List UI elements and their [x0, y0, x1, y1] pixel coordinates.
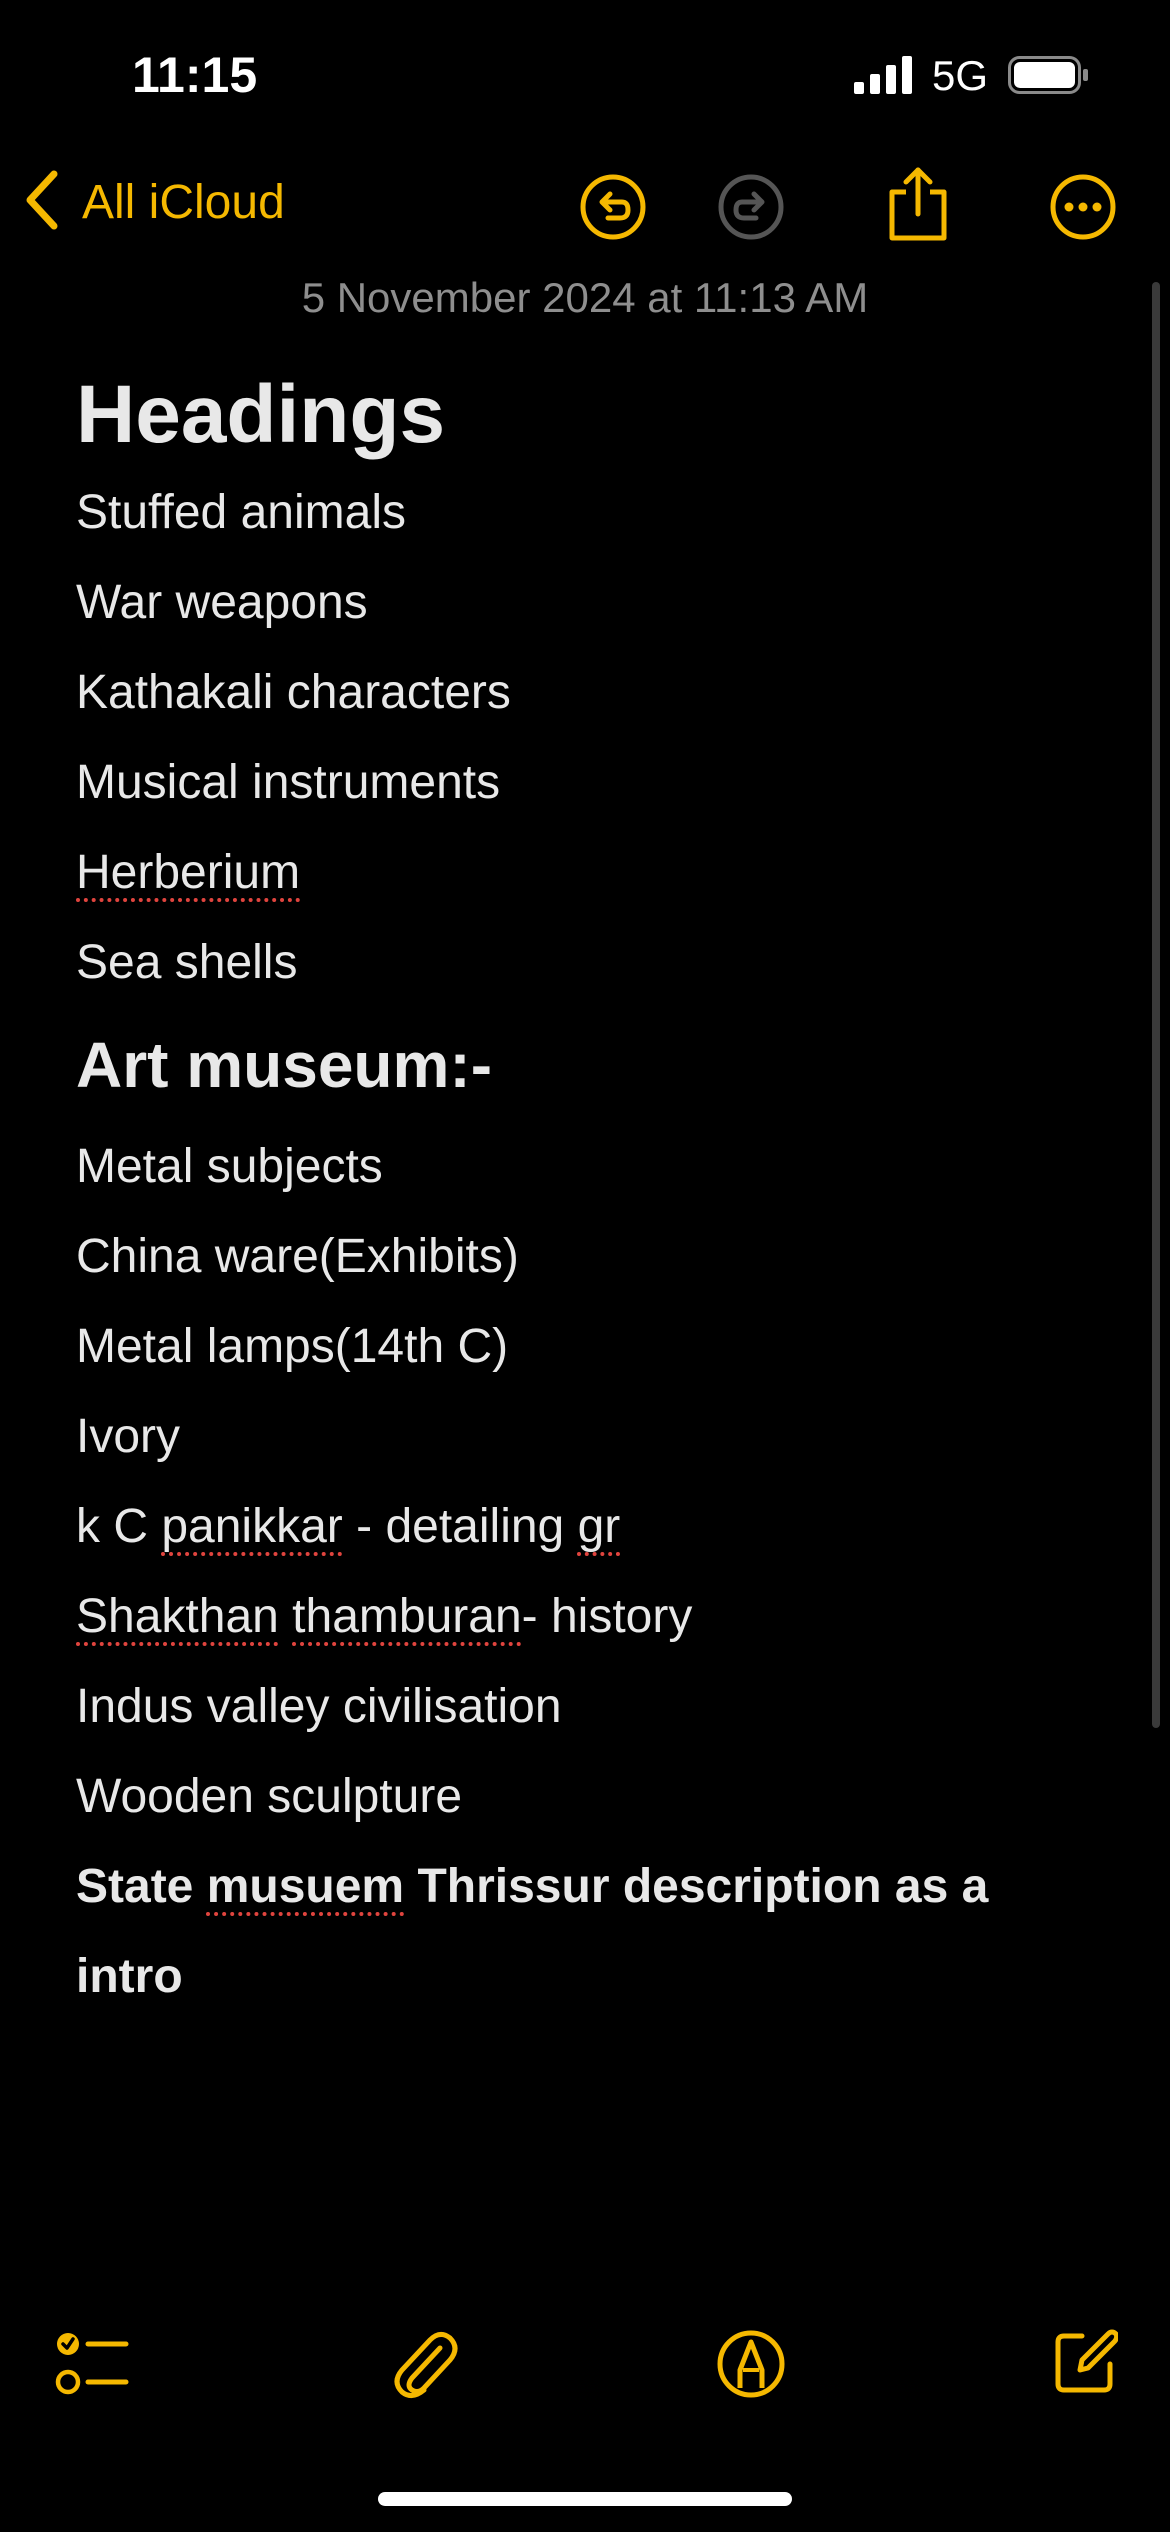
- undo-icon[interactable]: [580, 174, 646, 245]
- section-heading: Art museum:-: [76, 1029, 493, 1101]
- status-time: 11:15: [132, 47, 258, 103]
- text-segment: k C: [76, 1500, 162, 1553]
- text-segment: - history: [521, 1590, 693, 1643]
- battery-icon: [1008, 56, 1090, 99]
- paperclip-icon: [394, 2332, 458, 2398]
- compose-button[interactable]: [1052, 2326, 1120, 2401]
- scroll-indicator[interactable]: [1152, 282, 1160, 1728]
- list-item: Musical instruments: [76, 756, 501, 809]
- list-item: Stuffed animals: [76, 486, 406, 539]
- note-paragraph: State musuem Thrissur description as a i…: [76, 1842, 1096, 2022]
- list-item: Indus valley civilisation: [76, 1680, 562, 1733]
- list-item: k C panikkar - detailing gr: [76, 1482, 1096, 1572]
- misspelled-word: Herberium: [76, 846, 301, 899]
- list-item: Metal subjects: [76, 1140, 383, 1193]
- markup-icon: [717, 2330, 785, 2398]
- misspelled-word: thamburan: [292, 1590, 522, 1643]
- back-button-label: All iCloud: [82, 176, 285, 229]
- list-item: Metal lamps(14th C): [76, 1320, 509, 1373]
- home-indicator[interactable]: [378, 2492, 792, 2506]
- more-icon[interactable]: [1050, 174, 1116, 245]
- misspelled-word: panikkar: [161, 1500, 343, 1553]
- misspelled-word: gr: [577, 1500, 621, 1553]
- checklist-icon: [55, 2333, 129, 2395]
- markup-button[interactable]: [716, 2326, 786, 2407]
- misspelled-word: Shakthan: [76, 1590, 279, 1643]
- network-type: 5G: [932, 52, 989, 99]
- chevron-left-icon: [22, 170, 60, 235]
- checklist-button[interactable]: [54, 2326, 130, 2407]
- text-segment: State: [76, 1860, 207, 1913]
- redo-icon[interactable]: [718, 174, 784, 245]
- compose-icon: [1055, 2329, 1120, 2393]
- list-item: War weapons: [76, 576, 368, 629]
- list-item: Shakthan thamburan- history: [76, 1572, 1096, 1662]
- list-item: Kathakali characters: [76, 666, 511, 719]
- misspelled-word: musuem: [206, 1860, 405, 1913]
- list-item: China ware(Exhibits): [76, 1230, 519, 1283]
- share-icon[interactable]: [886, 166, 950, 247]
- text-segment: [279, 1590, 292, 1643]
- back-button[interactable]: All iCloud: [22, 170, 285, 235]
- note-date: 5 November 2024 at 11:13 AM: [301, 274, 869, 321]
- attachment-button[interactable]: [390, 2326, 460, 2407]
- note-body[interactable]: Headings Stuffed animals War weapons Kat…: [76, 360, 1096, 2022]
- list-item: Herberium: [76, 828, 1096, 918]
- signal-icon: [854, 56, 916, 99]
- text-segment: - detailing: [342, 1500, 578, 1553]
- note-title: Headings: [76, 369, 446, 460]
- list-item: Ivory: [76, 1410, 181, 1463]
- list-item: Wooden sculpture: [76, 1770, 463, 1823]
- list-item: Sea shells: [76, 936, 298, 989]
